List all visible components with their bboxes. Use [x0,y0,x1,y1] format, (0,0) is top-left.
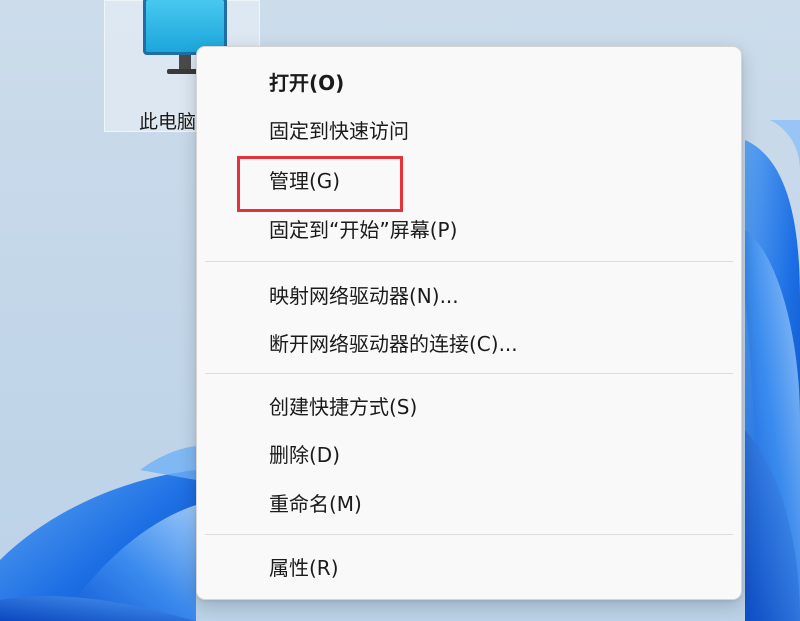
menu-item-map-network-drive[interactable]: 映射网络驱动器(N)... [205,272,733,316]
menu-item-properties[interactable]: 属性(R) [205,544,733,588]
menu-separator [205,534,733,535]
menu-item-create-shortcut[interactable]: 创建快捷方式(S) [205,383,733,427]
menu-item-disconnect-network-drive[interactable]: 断开网络驱动器的连接(C)... [205,320,733,364]
menu-separator [205,373,733,374]
desktop-icon-label: 此电脑 [139,111,197,133]
menu-separator [205,261,733,262]
menu-item-open[interactable]: 打开(O) [205,59,733,103]
menu-item-manage[interactable]: 管理(G) [205,157,733,201]
desktop: 此电脑 打开(O) 固定到快速访问 管理(G) 固定到“开始”屏幕(P) 映射网… [0,0,800,621]
context-menu: 打开(O) 固定到快速访问 管理(G) 固定到“开始”屏幕(P) 映射网络驱动器… [196,46,742,600]
menu-item-delete[interactable]: 删除(D) [205,431,733,475]
menu-item-pin-start[interactable]: 固定到“开始”屏幕(P) [205,206,733,250]
menu-item-rename[interactable]: 重命名(M) [205,480,733,524]
menu-item-pin-quick-access[interactable]: 固定到快速访问 [205,107,733,151]
